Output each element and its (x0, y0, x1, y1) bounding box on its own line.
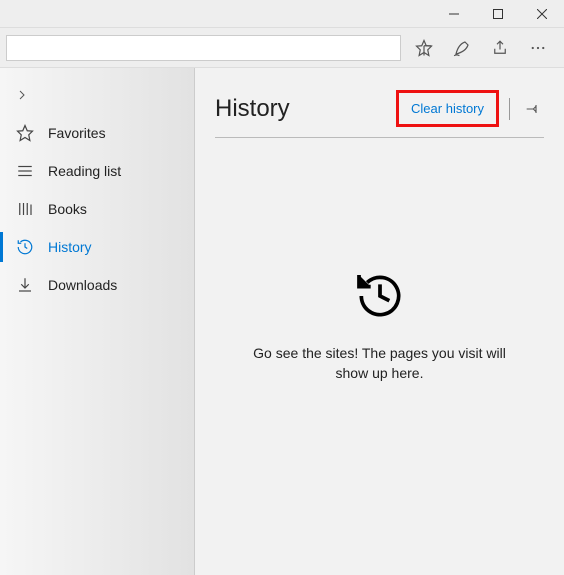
sidebar-item-reading-list[interactable]: Reading list (0, 152, 194, 190)
sidebar-item-label: Favorites (48, 125, 106, 141)
star-icon (16, 124, 34, 142)
history-content: History Clear history Go see the sites! … (195, 68, 564, 575)
empty-state: Go see the sites! The pages you visit wi… (215, 268, 544, 383)
share-icon[interactable] (485, 33, 515, 63)
sidebar-item-label: Reading list (48, 163, 121, 179)
divider (509, 98, 510, 120)
more-icon[interactable] (523, 33, 553, 63)
content-header: History Clear history (215, 90, 544, 138)
minimize-button[interactable] (432, 0, 476, 28)
back-button[interactable] (0, 80, 194, 114)
sidebar-item-label: Books (48, 201, 87, 217)
reading-list-icon (16, 162, 34, 180)
address-bar[interactable] (6, 35, 401, 61)
maximize-button[interactable] (476, 0, 520, 28)
history-icon (16, 238, 34, 256)
pin-button[interactable] (520, 97, 544, 121)
sidebar-item-label: History (48, 239, 92, 255)
download-icon (16, 276, 34, 294)
notes-pen-icon[interactable] (447, 33, 477, 63)
hub-panel: Favorites Reading list Books History Dow (0, 68, 564, 575)
window-titlebar (0, 0, 564, 28)
sidebar-item-label: Downloads (48, 277, 117, 293)
clear-history-button[interactable]: Clear history (396, 90, 499, 127)
favorites-star-icon[interactable] (409, 33, 439, 63)
books-icon (16, 200, 34, 218)
history-empty-icon (352, 268, 408, 324)
close-button[interactable] (520, 0, 564, 28)
sidebar-item-books[interactable]: Books (0, 190, 194, 228)
hub-sidebar: Favorites Reading list Books History Dow (0, 68, 195, 575)
page-title: History (215, 95, 290, 123)
sidebar-item-favorites[interactable]: Favorites (0, 114, 194, 152)
sidebar-item-downloads[interactable]: Downloads (0, 266, 194, 304)
header-actions: Clear history (396, 90, 544, 127)
empty-message: Go see the sites! The pages you visit wi… (245, 344, 515, 383)
sidebar-item-history[interactable]: History (0, 228, 194, 266)
browser-toolbar (0, 28, 564, 68)
